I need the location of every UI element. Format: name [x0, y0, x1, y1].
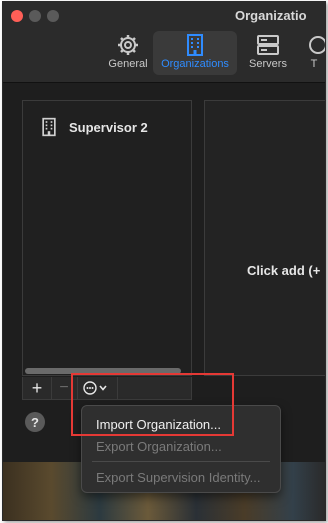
tab-organizations[interactable]: Organizations [153, 31, 237, 75]
tab-general-label: General [108, 58, 148, 70]
server-icon [257, 35, 279, 55]
gear-icon [118, 35, 138, 55]
menu-item-export-supervision-identity: Export Supervision Identity... [96, 470, 261, 485]
window-title: Organizatio [235, 8, 307, 23]
menu-item-export-organization: Export Organization... [96, 439, 222, 454]
tab-partial[interactable]: T [303, 31, 325, 75]
tab-organizations-label: Organizations [161, 58, 229, 70]
building-icon [42, 117, 56, 137]
add-organization-button[interactable]: + [23, 377, 52, 399]
preferences-window: Organizatio General Organizations Server… [2, 1, 326, 521]
title-bar: Organizatio General Organizations Server… [3, 2, 325, 83]
organizations-list[interactable]: Supervisor 2 [22, 100, 192, 376]
organization-name: Supervisor 2 [69, 119, 148, 135]
help-button[interactable]: ? [25, 412, 45, 432]
zoom-window-button[interactable] [47, 10, 59, 22]
building-icon [187, 34, 203, 56]
annotation-highlight-box [71, 373, 234, 436]
tab-general[interactable]: General [101, 31, 155, 75]
tab-partial-label: T [310, 58, 318, 70]
organization-detail-pane: Click add (+ [204, 100, 325, 376]
partial-icon [309, 36, 325, 54]
tab-servers-label: Servers [249, 58, 287, 70]
tab-servers[interactable]: Servers [243, 31, 293, 75]
list-item[interactable]: Supervisor 2 [39, 115, 148, 139]
empty-state-text: Click add (+ [247, 263, 321, 278]
close-window-button[interactable] [11, 10, 23, 22]
menu-separator [92, 461, 270, 462]
minimize-window-button[interactable] [29, 10, 41, 22]
